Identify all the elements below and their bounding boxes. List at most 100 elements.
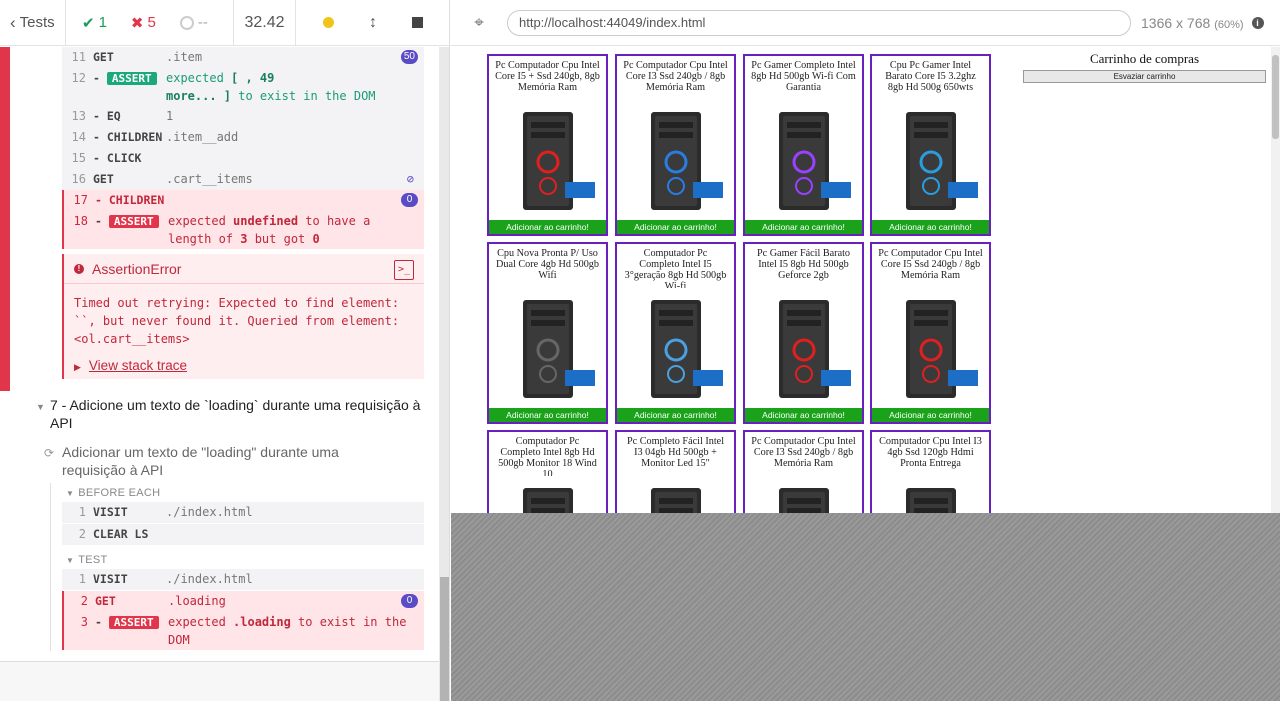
test-hook[interactable]: ▼ TEST: [66, 554, 108, 566]
tests-label: Tests: [19, 14, 55, 31]
product-title: Computador Pc Completo Intel I5 3°geraçã…: [624, 248, 727, 288]
add-to-cart-button[interactable]: Adicionar ao carrinho!: [872, 408, 989, 422]
cart: Carrinho de compras Esvaziar carrinho: [1023, 51, 1266, 83]
empty-cart-button[interactable]: Esvaziar carrinho: [1023, 70, 1266, 83]
command-row[interactable]: 17 - CHILDREN 0: [62, 190, 424, 211]
product-title: Pc Gamer Fácil Barato Intel I5 8gb Hd 50…: [756, 248, 851, 281]
tests-button[interactable]: ‹ Tests: [0, 0, 66, 46]
assert-tag: ASSERT: [106, 72, 157, 85]
error-panel: ! AssertionError >_ Timed out retrying: …: [62, 254, 424, 379]
command-row[interactable]: 1 VISIT ./index.html: [62, 569, 424, 590]
before-each-hook[interactable]: ▼ BEFORE EACH: [66, 487, 160, 499]
reporter-scrollbar[interactable]: [439, 47, 449, 701]
refresh-icon: ⟳: [44, 446, 55, 460]
failed-test-bar: [0, 47, 10, 391]
count-badge: 0: [401, 594, 418, 608]
add-to-cart-button[interactable]: Adicionar ao carrinho!: [617, 220, 734, 234]
product-card: Pc Gamer Completo Intel 8gb Hd 500gb Wi-…: [743, 54, 864, 236]
add-to-cart-button[interactable]: Adicionar ao carrinho!: [745, 408, 862, 422]
assert-tag: ASSERT: [108, 616, 159, 629]
product-card: Pc Gamer Fácil Barato Intel I5 8gb Hd 50…: [743, 242, 864, 424]
product-image: [495, 478, 600, 513]
eye-slash-icon: ⊘: [406, 172, 414, 186]
crosshair-icon[interactable]: ⌖: [451, 13, 507, 33]
product-title: Pc Gamer Completo Intel 8gb Hd 500gb Wi-…: [751, 60, 856, 93]
command-row[interactable]: 2 GET .loading 0: [62, 591, 424, 612]
failed-stat[interactable]: ✖ 5: [131, 14, 156, 32]
product-image: [751, 290, 856, 406]
product-title: Cpu Nova Pronta P/ Uso Dual Core 4gb Hd …: [496, 248, 599, 281]
add-to-cart-button[interactable]: Adicionar ao carrinho!: [489, 220, 606, 234]
viewport-backdrop: [451, 513, 1280, 701]
caret-down-icon: ▼: [66, 556, 75, 565]
command-row[interactable]: 13 - EQ 1: [62, 106, 424, 127]
product-image: [878, 290, 983, 406]
product-image: [495, 102, 600, 218]
product-image: [623, 290, 728, 406]
product-title: Pc Completo Fácil Intel I3 04gb Hd 500gb…: [626, 436, 725, 469]
url-bar[interactable]: http://localhost:44049/index.html: [507, 9, 1131, 36]
command-row[interactable]: 14 - CHILDREN .item__add: [62, 127, 424, 148]
add-to-cart-button[interactable]: Adicionar ao carrinho!: [489, 408, 606, 422]
product-image: [623, 478, 728, 513]
command-row[interactable]: 18 - ASSERT expected undefined to have a…: [62, 211, 424, 249]
product-image: [495, 290, 600, 406]
scrollbar-thumb[interactable]: [440, 577, 449, 701]
pending-stat[interactable]: --: [179, 14, 208, 31]
test-title[interactable]: ⟳ Adicionar um texto de "loading" durant…: [44, 443, 406, 479]
check-icon: ✔: [82, 14, 95, 32]
aut-scrollbar[interactable]: [1271, 47, 1280, 513]
tree-line: [50, 483, 51, 651]
exclamation-icon: !: [74, 263, 84, 274]
product-title: Pc Computador Cpu Intel Core I3 Ssd 240g…: [751, 436, 856, 469]
command-row[interactable]: 1 VISIT ./index.html: [62, 502, 424, 523]
product-title: Computador Cpu Intel I3 4gb Ssd 120gb Hd…: [879, 436, 982, 469]
info-icon[interactable]: i: [1251, 16, 1264, 29]
add-to-cart-button[interactable]: Adicionar ao carrinho!: [617, 408, 734, 422]
product-image: [878, 478, 983, 513]
reporter-controls: ↕: [296, 0, 449, 46]
command-row[interactable]: 3 - ASSERT expected .loading to exist in…: [62, 612, 424, 650]
command-row[interactable]: 15 - CLICK: [62, 148, 424, 169]
command-row[interactable]: 11 GET .item 50: [62, 47, 424, 68]
app-under-test: Pc Computador Cpu Intel Core I5 + Ssd 24…: [451, 47, 1280, 513]
aut-header: ⌖ http://localhost:44049/index.html 1366…: [451, 0, 1280, 46]
product-card: Computador Pc Completo Intel I5 3°geraçã…: [615, 242, 736, 424]
x-icon: ✖: [130, 14, 144, 32]
error-title: AssertionError: [92, 260, 182, 277]
product-card: Cpu Nova Pronta P/ Uso Dual Core 4gb Hd …: [487, 242, 608, 424]
auto-scroll-icon[interactable]: ↕: [369, 14, 377, 32]
product-card: Pc Computador Cpu Intel Core I3 Ssd 240g…: [615, 54, 736, 236]
terminal-icon[interactable]: >_: [394, 260, 414, 280]
command-row[interactable]: 16 GET .cart__items ⊘: [62, 169, 424, 190]
product-image: [751, 102, 856, 218]
product-card: Cpu Pc Gamer Intel Barato Core I5 3.2ghz…: [870, 54, 991, 236]
scrollbar-thumb[interactable]: [1272, 55, 1279, 139]
command-row[interactable]: 12 - ASSERT expected [ , 49 more... ] to …: [62, 68, 424, 106]
product-card: Pc Computador Cpu Intel Core I3 Ssd 240g…: [743, 430, 864, 513]
reporter-footer: [0, 661, 439, 701]
product-image: [878, 102, 983, 218]
add-to-cart-button[interactable]: Adicionar ao carrinho!: [872, 220, 989, 234]
add-to-cart-button[interactable]: Adicionar ao carrinho!: [745, 220, 862, 234]
suite-title[interactable]: ▼ 7 - Adicione um texto de `loading` dur…: [36, 396, 426, 432]
spinner-icon: [179, 15, 194, 30]
passed-stat[interactable]: ✔ 1: [82, 14, 107, 32]
reporter-panel: ‹ Tests ✔ 1 ✖ 5 -- 32.42 ↕ 11 GET .item 50…: [0, 0, 450, 701]
view-stack-trace-link[interactable]: ▶ View stack trace: [74, 358, 187, 373]
viewport-info: 1366 x 768 (60%): [1141, 14, 1244, 31]
duration: 32.42: [234, 0, 296, 46]
product-title: Cpu Pc Gamer Intel Barato Core I5 3.2ghz…: [885, 60, 976, 93]
stop-icon[interactable]: [411, 17, 423, 28]
product-card: Computador Cpu Intel I3 4gb Ssd 120gb Hd…: [870, 430, 991, 513]
product-title: Computador Pc Completo Intel 8gb Hd 500g…: [498, 436, 597, 476]
product-card: Computador Pc Completo Intel 8gb Hd 500g…: [487, 430, 608, 513]
product-title: Pc Computador Cpu Intel Core I5 Ssd 240g…: [878, 248, 983, 281]
count-badge: 50: [400, 50, 418, 64]
reporter-header: ‹ Tests ✔ 1 ✖ 5 -- 32.42 ↕: [0, 0, 449, 46]
product-card: Pc Computador Cpu Intel Core I5 Ssd 240g…: [870, 242, 991, 424]
command-row[interactable]: 2 CLEAR LS: [62, 524, 424, 545]
error-header: ! AssertionError: [64, 254, 424, 284]
command-log: 11 GET .item 50 12 - ASSERT expected [ ,…: [0, 47, 438, 661]
chevron-left-icon: ‹: [10, 12, 16, 32]
